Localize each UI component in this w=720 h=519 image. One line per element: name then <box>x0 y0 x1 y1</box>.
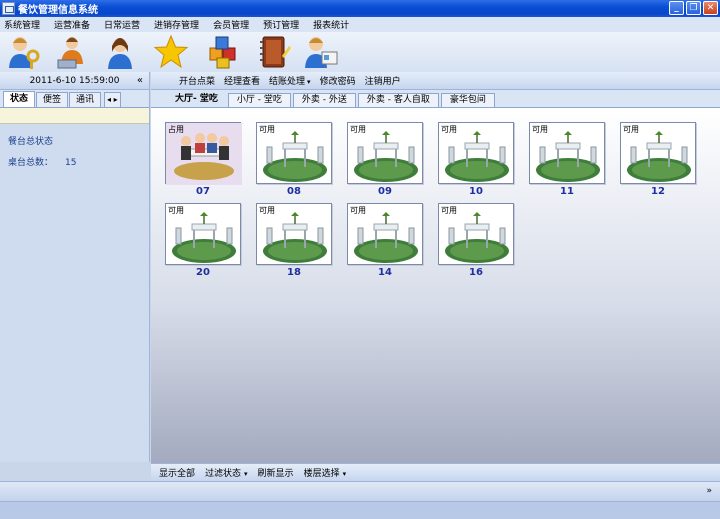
manager-view-button[interactable]: 经理查看 <box>224 74 260 87</box>
chevron-down-icon: ▾ <box>307 78 311 86</box>
title-bar: 餐饮管理信息系统 _ ❐ ✕ <box>0 0 720 17</box>
table-number: 07 <box>196 186 210 197</box>
table-number: 14 <box>378 267 392 278</box>
datetime-bar: 2011-6-10 15:59:00 « <box>0 72 149 90</box>
logout-button[interactable]: 注销用户 <box>365 74 401 87</box>
menu-system[interactable]: 系统管理 <box>4 18 40 31</box>
table-tile[interactable]: 可用 <box>347 122 423 184</box>
tab-takeout-delivery[interactable]: 外卖 - 外送 <box>292 93 356 107</box>
table-tile[interactable]: 可用 <box>165 203 241 265</box>
room-tabs: 大厅- 堂吃 小厅 - 堂吃 外卖 - 外送 外卖 - 客人自取 豪华包间 <box>151 90 720 108</box>
status-panel: 餐台总状态 桌台总数： 15 <box>0 108 149 462</box>
table-status: 可用 <box>259 125 275 134</box>
menu-bar: 系统管理 运营准备 日常运营 进销存管理 会员管理 预订管理 报表统计 <box>0 17 720 32</box>
star-icon[interactable] <box>153 34 189 70</box>
left-tabs: 状态 便签 通讯 ◂ ▸ <box>0 90 149 108</box>
table-number: 18 <box>287 267 301 278</box>
user-card-icon[interactable] <box>303 34 339 70</box>
table-number: 09 <box>378 186 392 197</box>
expand-icon[interactable]: » <box>706 486 712 496</box>
action-toolbar: 开台点菜 经理查看 结账处理 ▾ 修改密码 注销用户 <box>151 72 720 90</box>
table-status: 可用 <box>532 125 548 134</box>
bottom-toolbar: 显示全部 过滤状态 ▾ 刷新显示 楼层选择 ▾ <box>151 463 720 481</box>
app-icon <box>2 2 15 15</box>
table-count-row: 桌台总数： 15 <box>8 155 149 168</box>
chevron-down-icon: ▾ <box>244 470 248 478</box>
table-tile[interactable]: 可用 <box>256 122 332 184</box>
table-tile[interactable]: 可用 <box>256 203 332 265</box>
minimize-button[interactable]: _ <box>669 1 684 15</box>
collapse-panel-button[interactable]: « <box>137 75 143 86</box>
tab-takeout-pickup[interactable]: 外卖 - 客人自取 <box>357 93 439 107</box>
table-count-value: 15 <box>65 158 77 168</box>
tab-notes[interactable]: 便签 <box>36 92 69 107</box>
table-status: 可用 <box>350 206 366 215</box>
table-status: 可用 <box>168 206 184 215</box>
table-tile[interactable]: 占用 <box>165 122 242 185</box>
open-table-button[interactable]: 开台点菜 <box>179 74 215 87</box>
tab-hall-dinein[interactable]: 大厅- 堂吃 <box>167 93 226 107</box>
menu-prepare[interactable]: 运营准备 <box>54 18 90 31</box>
footer-bar <box>0 501 720 519</box>
table-count-label: 桌台总数： <box>8 158 54 168</box>
menu-daily[interactable]: 日常运营 <box>104 18 140 31</box>
status-bar: » <box>0 481 720 501</box>
datetime: 2011-6-10 15:59:00 <box>29 75 120 86</box>
menu-booking[interactable]: 预订管理 <box>263 18 299 31</box>
tab-small-hall-dinein[interactable]: 小厅 - 堂吃 <box>227 93 291 107</box>
table-number: 16 <box>469 267 483 278</box>
tab-status[interactable]: 状态 <box>3 91 36 107</box>
restore-button[interactable]: ❐ <box>686 1 701 15</box>
filter-status-button[interactable]: 过滤状态 ▾ <box>205 466 248 479</box>
table-tile[interactable]: 可用 <box>347 203 423 265</box>
checkout-button[interactable]: 结账处理 ▾ <box>269 74 311 87</box>
tab-contacts[interactable]: 通讯 <box>69 92 102 107</box>
left-panel: 2011-6-10 15:59:00 « 状态 便签 通讯 ◂ ▸ 餐台总状态 … <box>0 72 150 462</box>
refresh-button[interactable]: 刷新显示 <box>258 466 294 479</box>
notebook-icon[interactable] <box>256 34 292 70</box>
cubes-icon[interactable] <box>206 34 242 70</box>
table-status: 占用 <box>168 125 184 134</box>
table-tile[interactable]: 可用 <box>529 122 605 184</box>
table-number: 11 <box>560 186 574 197</box>
tab-luxury-room[interactable]: 豪华包间 <box>440 93 495 107</box>
user-key-icon[interactable] <box>6 34 42 70</box>
chevron-down-icon: ▾ <box>342 470 347 478</box>
table-number: 10 <box>469 186 483 197</box>
window-title: 餐饮管理信息系统 <box>18 5 98 16</box>
table-tile[interactable]: 可用 <box>438 203 514 265</box>
table-status: 可用 <box>441 206 457 215</box>
table-tile[interactable]: 可用 <box>620 122 696 184</box>
table-tile[interactable]: 可用 <box>438 122 514 184</box>
table-status: 可用 <box>259 206 275 215</box>
table-status: 可用 <box>623 125 639 134</box>
person-icon[interactable] <box>102 34 138 70</box>
floor-select-button[interactable]: 楼层选择 ▾ <box>304 466 347 479</box>
show-all-button[interactable]: 显示全部 <box>159 466 195 479</box>
table-status: 可用 <box>441 125 457 134</box>
menu-member[interactable]: 会员管理 <box>213 18 249 31</box>
table-status: 可用 <box>350 125 366 134</box>
tab-scroll-arrows[interactable]: ◂ ▸ <box>104 92 121 107</box>
table-number: 20 <box>196 267 210 278</box>
status-heading: 餐台总状态 <box>8 137 54 147</box>
icon-toolbar <box>0 32 720 72</box>
menu-report[interactable]: 报表统计 <box>313 18 349 31</box>
table-number: 12 <box>651 186 665 197</box>
change-password-button[interactable]: 修改密码 <box>320 74 356 87</box>
menu-inventory[interactable]: 进销存管理 <box>154 18 199 31</box>
user-laptop-icon[interactable] <box>54 34 90 70</box>
table-number: 08 <box>287 186 301 197</box>
table-grid: 占用 07 可用 08 可用 09 可用 10 可用 11 可用 12 可用 20 可用 18 可用 14 可用 16 <box>151 108 720 463</box>
close-button[interactable]: ✕ <box>703 1 718 15</box>
